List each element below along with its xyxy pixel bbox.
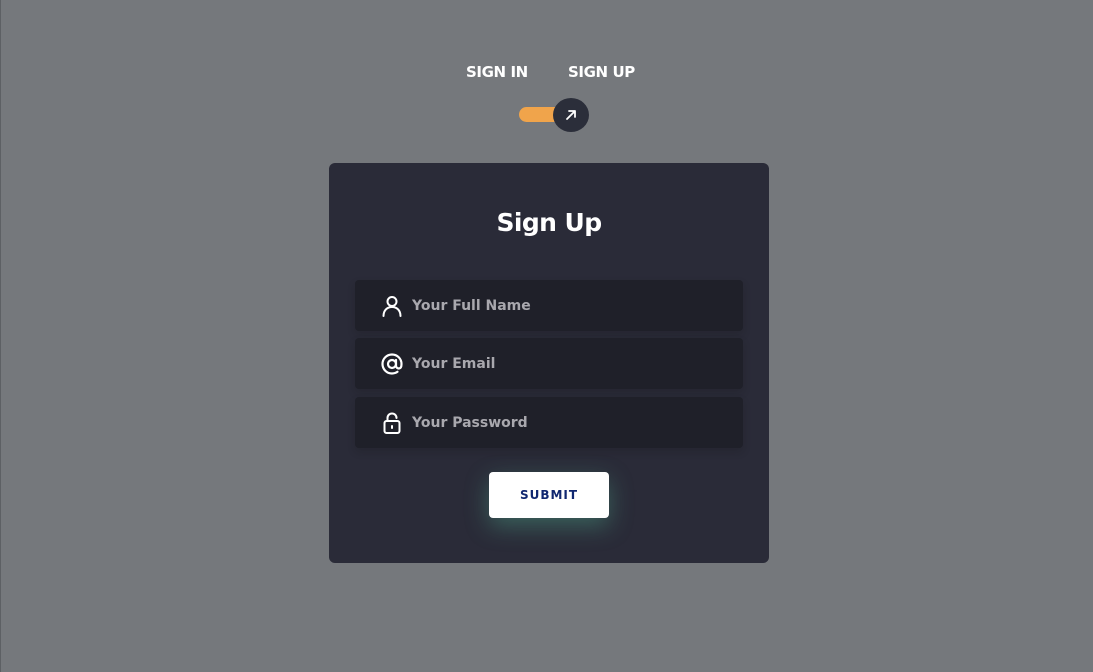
full-name-input[interactable] [412, 280, 732, 331]
arrow-up-right-icon [566, 110, 576, 120]
password-input[interactable] [412, 397, 732, 448]
form-title: Sign Up [496, 208, 603, 237]
at-sign-icon [379, 351, 404, 376]
page-left-border [0, 0, 1, 672]
submit-button[interactable]: SUBMIT [489, 472, 609, 518]
email-field [355, 338, 743, 389]
sign-up-card: Sign Up SUBMIT [329, 163, 769, 563]
user-icon [379, 293, 404, 318]
auth-mode-toggle[interactable] [519, 98, 591, 132]
tab-sign-up[interactable]: SIGN UP [568, 61, 635, 83]
auth-tabs: SIGN IN SIGN UP [0, 61, 1093, 83]
password-field [355, 397, 743, 448]
email-input[interactable] [412, 338, 732, 389]
full-name-field [355, 280, 743, 331]
tab-sign-in[interactable]: SIGN IN [466, 61, 528, 83]
lock-icon [379, 410, 404, 435]
toggle-knob[interactable] [553, 98, 589, 132]
